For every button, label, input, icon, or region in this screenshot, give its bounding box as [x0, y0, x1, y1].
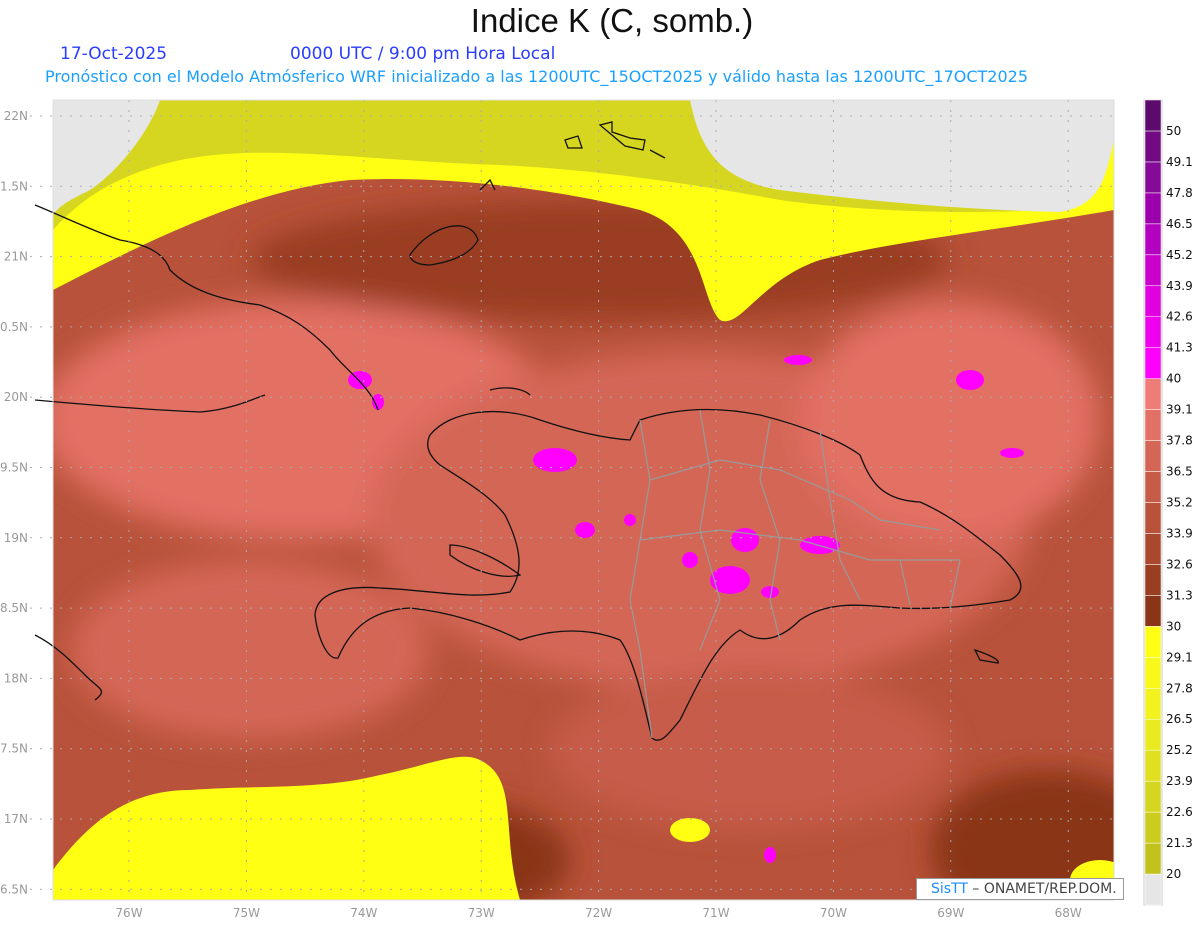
- lat-label: 0.5N: [0, 320, 28, 334]
- colorbar-swatch: [1144, 718, 1162, 751]
- colorbar-label: 29.1: [1166, 650, 1193, 664]
- colorbar-swatch: [1144, 99, 1162, 132]
- colorbar-swatch: [1144, 192, 1162, 225]
- colorbar-label: 47.8: [1166, 186, 1193, 200]
- colorbar-swatch: [1144, 440, 1162, 472]
- colorbar-swatch: [1144, 285, 1162, 317]
- lon-label: 70W: [820, 906, 847, 920]
- colorbar-swatch: [1144, 657, 1162, 689]
- colorbar-swatch: [1144, 378, 1162, 410]
- lat-label: 8.5N: [0, 601, 28, 615]
- colorbar-label: 41.3: [1166, 341, 1193, 355]
- colorbar-swatch: [1144, 130, 1162, 163]
- colorbar-label: 32.6: [1166, 557, 1193, 571]
- k-index-map: 76W 75W 74W 73W 72W 71W 70W 69W 68W 22N 1.5N 21N 0.5…: [0, 99, 1193, 920]
- lat-label: 18N: [4, 671, 28, 685]
- colorbar-swatch: [1144, 749, 1162, 782]
- colorbar-swatch: [1144, 564, 1162, 596]
- colorbar-label: 36.5: [1166, 465, 1193, 479]
- colorbar: 20 21.3 22.6 23.9 25.2 26.5 27.8 29.1 30 31.3 32.6…: [1143, 99, 1193, 906]
- lat-label: 7.5N: [0, 742, 28, 756]
- colorbar-label: 49.1: [1166, 155, 1193, 169]
- lat-label: 1.5N: [0, 179, 28, 193]
- colorbar-swatch: [1144, 595, 1162, 627]
- colorbar-swatch: [1144, 223, 1162, 256]
- lat-label: 20N: [4, 390, 28, 404]
- forecast-subtitle: Pronóstico con el Modelo Atmósferico WRF…: [45, 67, 1029, 86]
- colorbar-label: 46.5: [1166, 217, 1193, 231]
- lat-label: 19N: [4, 531, 28, 545]
- colorbar-swatch: [1144, 502, 1162, 534]
- colorbar-swatch: [1144, 347, 1162, 379]
- colorbar-label: 43.9: [1166, 279, 1193, 293]
- colorbar-label: 42.6: [1166, 310, 1193, 324]
- colorbar-label: 23.9: [1166, 774, 1193, 788]
- colorbar-swatch: [1144, 533, 1162, 565]
- colorbar-label: 35.2: [1166, 496, 1193, 510]
- colorbar-swatch: [1144, 471, 1162, 503]
- colorbar-swatch: [1144, 688, 1162, 720]
- colorbar-label: 45.2: [1166, 248, 1193, 262]
- colorbar-label: 40: [1166, 372, 1181, 386]
- lat-label: 17N: [4, 812, 28, 826]
- colorbar-swatch: [1144, 409, 1162, 441]
- colorbar-swatch: [1144, 842, 1162, 875]
- colorbar-swatch: [1144, 626, 1162, 658]
- lon-label: 76W: [115, 906, 142, 920]
- forecast-time: 0000 UTC / 9:00 pm Hora Local: [290, 44, 556, 64]
- lat-label: 22N: [4, 109, 28, 123]
- colorbar-label: 25.2: [1166, 743, 1193, 757]
- colorbar-label: 27.8: [1166, 681, 1193, 695]
- colorbar-swatch: [1144, 161, 1162, 194]
- map-title: Indice K (C, somb.): [470, 2, 754, 39]
- colorbar-label: 22.6: [1166, 805, 1193, 819]
- lon-label: 73W: [468, 906, 495, 920]
- colorbar-swatch: [1144, 811, 1162, 844]
- colorbar-swatch: [1144, 873, 1162, 906]
- forecast-date: 17-Oct-2025: [60, 44, 168, 64]
- colorbar-swatch: [1144, 316, 1162, 348]
- colorbar-label: 50: [1166, 124, 1181, 138]
- lat-label: 21N: [4, 250, 28, 264]
- lat-label: 9.5N: [0, 461, 28, 475]
- credit-org: – ONAMET/REP.DOM.: [967, 881, 1117, 897]
- lon-label: 74W: [350, 906, 377, 920]
- colorbar-swatch: [1144, 254, 1162, 287]
- lon-label: 71W: [702, 906, 729, 920]
- lon-label: 68W: [1055, 906, 1082, 920]
- colorbar-label: 30: [1166, 619, 1181, 633]
- lat-label: 6.5N: [0, 882, 28, 896]
- colorbar-label: 26.5: [1166, 712, 1193, 726]
- colorbar-label: 33.9: [1166, 526, 1193, 540]
- lon-label: 69W: [937, 906, 964, 920]
- field-layer: [53, 100, 1114, 900]
- credit-brand: SisTT: [931, 881, 968, 897]
- lon-label: 75W: [233, 906, 260, 920]
- colorbar-label: 20: [1166, 867, 1181, 881]
- colorbar-label: 21.3: [1166, 836, 1193, 850]
- credit-box: SisTT – ONAMET/REP.DOM.: [916, 878, 1124, 900]
- colorbar-swatch: [1144, 780, 1162, 813]
- colorbar-label: 37.8: [1166, 434, 1193, 448]
- lon-label: 72W: [585, 906, 612, 920]
- colorbar-label: 31.3: [1166, 588, 1193, 602]
- colorbar-label: 39.1: [1166, 403, 1193, 417]
